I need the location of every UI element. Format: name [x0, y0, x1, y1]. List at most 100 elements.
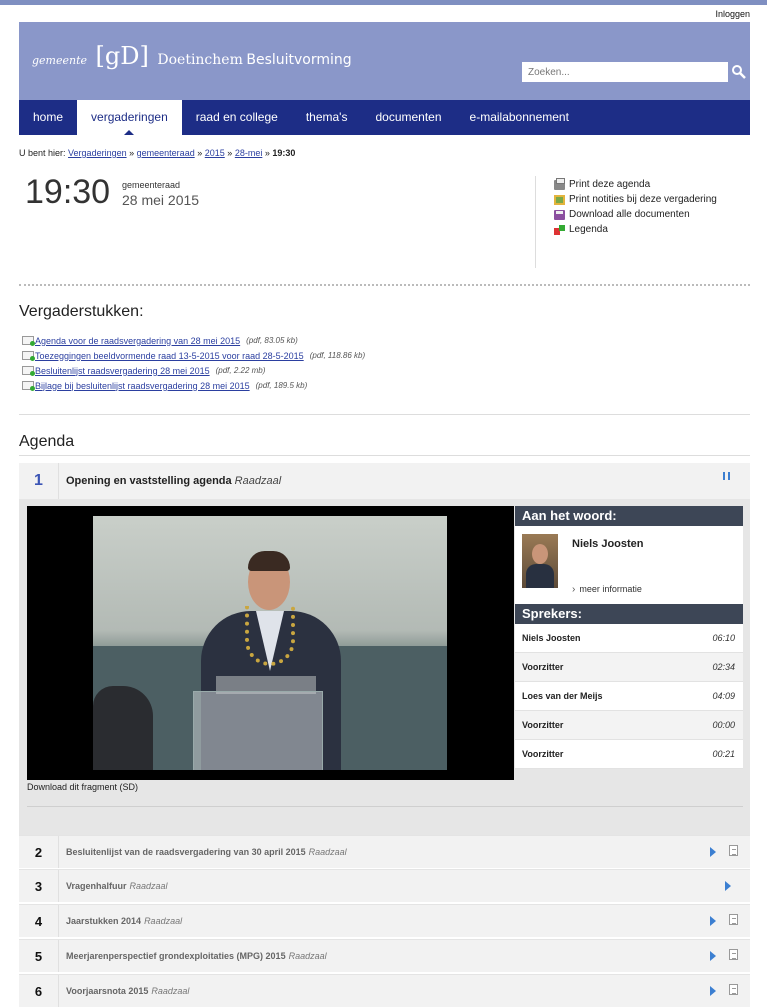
- play-icon[interactable]: [710, 951, 716, 961]
- video-side-figure: [93, 686, 153, 770]
- print-notes-link[interactable]: Print notities bij deze vergadering: [554, 192, 717, 207]
- more-info-link[interactable]: › meer informatie: [572, 584, 642, 595]
- breadcrumb-year[interactable]: 2015: [205, 148, 225, 158]
- documents-icon[interactable]: [726, 845, 738, 861]
- agenda-item-number: 5: [19, 940, 59, 972]
- document-item: Bijlage bij besluitenlijst raadsvergader…: [22, 378, 365, 393]
- speaker-name: Niels Joosten: [522, 633, 581, 643]
- speaker-name: Voorzitter: [522, 749, 564, 759]
- speaker-row[interactable]: Voorzitter 02:34: [515, 653, 743, 682]
- logo-prefix: gemeente: [32, 54, 88, 67]
- action-label: Print deze agenda: [569, 179, 651, 190]
- document-link[interactable]: Toezeggingen beeldvormende raad 13-5-201…: [35, 351, 304, 361]
- nav-themas[interactable]: thema's: [292, 100, 362, 135]
- play-icon[interactable]: [710, 916, 716, 926]
- pause-icon[interactable]: [723, 472, 730, 480]
- section-divider: [19, 284, 750, 286]
- document-link[interactable]: Agenda voor de raadsvergadering van 28 m…: [35, 336, 240, 346]
- meeting-time: 19:30: [25, 173, 111, 211]
- speaker-name: Voorzitter: [522, 662, 564, 672]
- pdf-download-icon[interactable]: [22, 351, 35, 361]
- logo-mark: [gD]: [95, 42, 149, 70]
- logo-app: Besluitvorming: [246, 52, 352, 68]
- document-link[interactable]: Bijlage bij besluitenlijst raadsvergader…: [35, 381, 250, 391]
- current-speaker-name: Niels Joosten: [572, 538, 644, 550]
- speaker-time: 06:10: [712, 633, 735, 643]
- agenda-item-title: Jaarstukken 2014 Raadzaal: [66, 905, 182, 937]
- pdf-download-icon[interactable]: [22, 366, 35, 376]
- documents-icon[interactable]: [726, 914, 738, 930]
- video-frame: [93, 516, 447, 770]
- breadcrumb-separator: »: [197, 148, 203, 158]
- nav-documenten[interactable]: documenten: [361, 100, 455, 135]
- agenda-item-4[interactable]: 4 Jaarstukken 2014 Raadzaal: [19, 904, 750, 937]
- divider: [535, 176, 536, 268]
- play-icon[interactable]: [725, 881, 731, 891]
- speaker-time: 02:34: [712, 662, 735, 672]
- documents-list: Agenda voor de raadsvergadering van 28 m…: [22, 333, 365, 393]
- agenda-item-title-text: Jaarstukken 2014: [66, 916, 142, 926]
- download-fragment-link[interactable]: Download dit fragment (SD): [27, 782, 138, 792]
- agenda-item-3[interactable]: 3 Vragenhalfuur Raadzaal: [19, 869, 750, 902]
- download-all-link[interactable]: Download alle documenten: [554, 207, 717, 222]
- action-label: Print notities bij deze vergadering: [569, 194, 717, 205]
- agenda-item-title-text: Opening en vaststelling agenda: [66, 475, 232, 487]
- document-meta: (pdf, 189.5 kb): [255, 381, 308, 390]
- agenda-item-location: Raadzaal: [234, 475, 282, 487]
- agenda-title: Agenda: [19, 433, 75, 450]
- nav-vergaderingen[interactable]: vergaderingen: [77, 100, 182, 135]
- speaker-time: 04:09: [712, 691, 735, 701]
- agenda-item-title-text: Meerjarenperspectief grondexploitaties (…: [66, 951, 286, 961]
- agenda-item-1[interactable]: 1 Opening en vaststelling agenda Raadzaal: [19, 463, 750, 499]
- site-logo[interactable]: gemeente [gD] Doetinchem Besluitvorming: [32, 42, 352, 70]
- action-label: Legenda: [569, 224, 608, 235]
- document-meta: (pdf, 118.86 kb): [309, 351, 366, 360]
- login-link[interactable]: Inloggen: [715, 9, 750, 19]
- nav-home[interactable]: home: [19, 100, 77, 135]
- more-info-label: meer informatie: [579, 584, 642, 594]
- section-divider: [19, 455, 750, 456]
- documents-icon[interactable]: [726, 984, 738, 1000]
- agenda-item-5[interactable]: 5 Meerjarenperspectief grondexploitaties…: [19, 939, 750, 972]
- speaker-name: Voorzitter: [522, 720, 564, 730]
- meeting-type: gemeenteraad: [122, 180, 181, 190]
- meeting-date: 28 mei 2015: [122, 192, 200, 208]
- speaker-row[interactable]: Loes van der Meijs 04:09: [515, 682, 743, 711]
- legend-link[interactable]: Legenda: [554, 222, 717, 237]
- agenda-item-number: 2: [19, 836, 59, 868]
- speaker-row[interactable]: Voorzitter 00:21: [515, 740, 743, 769]
- breadcrumb-vergaderingen[interactable]: Vergaderingen: [68, 148, 127, 158]
- agenda-item-6[interactable]: 6 Voorjaarsnota 2015 Raadzaal: [19, 974, 750, 1007]
- play-icon[interactable]: [710, 986, 716, 996]
- speaker-row[interactable]: Niels Joosten 06:10: [515, 624, 743, 653]
- agenda-item-title: Meerjarenperspectief grondexploitaties (…: [66, 940, 327, 972]
- documents-icon[interactable]: [726, 949, 738, 965]
- breadcrumb-date[interactable]: 28-mei: [235, 148, 263, 158]
- printer-icon: [554, 177, 565, 190]
- breadcrumb-separator: »: [227, 148, 233, 158]
- play-icon[interactable]: [710, 847, 716, 857]
- pdf-download-icon[interactable]: [22, 381, 35, 391]
- video-player[interactable]: [27, 506, 514, 780]
- agenda-item-location: Raadzaal: [144, 916, 183, 926]
- documents-title: Vergaderstukken:: [19, 303, 144, 320]
- nav-raad-en-college[interactable]: raad en college: [182, 100, 292, 135]
- top-stripe: [0, 0, 767, 5]
- agenda-item-location: Raadzaal: [129, 881, 168, 891]
- print-agenda-link[interactable]: Print deze agenda: [554, 177, 717, 192]
- agenda-item-2[interactable]: 2 Besluitenlijst van de raadsvergadering…: [19, 835, 750, 868]
- breadcrumb-gemeenteraad[interactable]: gemeenteraad: [137, 148, 195, 158]
- agenda-item-title-text: Voorjaarsnota 2015: [66, 986, 149, 996]
- pdf-download-icon[interactable]: [22, 336, 35, 346]
- breadcrumb-separator: »: [264, 148, 270, 158]
- document-link[interactable]: Besluitenlijst raadsvergadering 28 mei 2…: [35, 366, 210, 376]
- nav-e-mailabonnement[interactable]: e-mailabonnement: [456, 100, 583, 135]
- notes-icon: [554, 194, 565, 205]
- agenda-item-location: Raadzaal: [308, 847, 347, 857]
- speaker-row[interactable]: Voorzitter 00:00: [515, 711, 743, 740]
- search-icon[interactable]: [731, 64, 747, 80]
- agenda-item-title: Opening en vaststelling agenda Raadzaal: [66, 463, 281, 499]
- site-header: gemeente [gD] Doetinchem Besluitvorming: [19, 22, 750, 100]
- agenda-item-number: 3: [19, 870, 59, 902]
- search-input[interactable]: [522, 62, 728, 82]
